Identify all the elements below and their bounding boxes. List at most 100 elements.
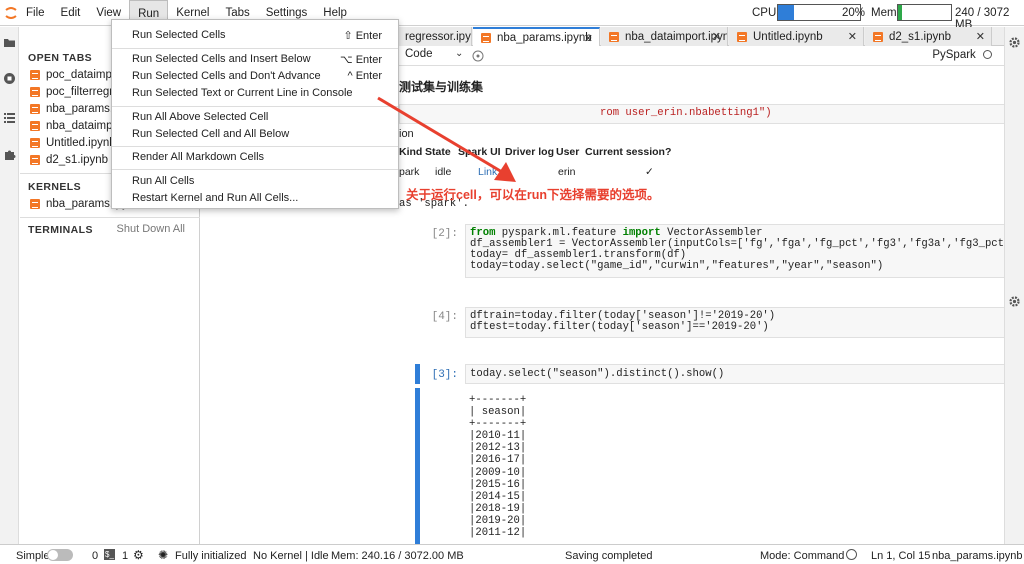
shutdown-all-button[interactable]: Shut Down All [117,223,185,235]
kernel-name[interactable]: PySpark [932,49,992,61]
output-selection-marker[interactable] [415,388,420,544]
notebook-icon [30,121,40,131]
menu-separator [112,48,398,49]
mem-meter-fill [898,5,903,20]
output-line: +-------+ [469,418,527,431]
code-line: dftest=today.filter(today['season']=='20… [470,321,769,333]
mem-meter [897,4,952,21]
notebook-icon [30,87,40,97]
code-line: today.select("season").distinct().show() [470,368,725,380]
run-all-below-item[interactable]: Run Selected Cell and All Below [132,128,289,140]
output-line: |2009-10| [469,466,527,479]
code-cell-input[interactable]: today.select("season").distinct().show() [465,364,1004,384]
jupyter-logo-icon [5,7,17,19]
tab-untitled[interactable]: Untitled.ipynb ✕ [729,27,864,46]
tab-d2-s1[interactable]: d2_s1.ipynb ✕ [865,27,992,46]
restart-run-all-item[interactable]: Restart Kernel and Run All Cells... [132,192,298,204]
output-line: |2011-12| [469,527,527,540]
kernel-count-icon: ⚙ [133,548,144,562]
menu-separator [112,106,398,107]
output-line: |2012-13| [469,442,527,455]
output-line: |2019-20| [469,514,527,527]
cpu-label: CPU: [752,7,780,19]
tab-label: d2_s1.ipynb [889,30,952,43]
cell-type-select[interactable]: Code [405,48,433,60]
tab-regressor[interactable]: regressor.ipy [397,27,472,46]
output-line: |2016-17| [469,454,527,467]
kernel-label: PySpark [932,49,976,61]
section-divider [20,217,200,218]
memory-status: Mem: 240.16 / 3072.00 MB [331,550,464,562]
output-line: | season| [469,406,527,419]
chevron-down-icon: ⌄ [455,48,464,59]
notebook-icon [873,31,883,42]
code-line: rom user_erin.nbabetting1") [600,107,772,119]
close-icon[interactable]: ✕ [976,30,985,43]
output-line: |2010-11| [469,430,527,443]
session-header-user: User [556,146,580,158]
current-session-check: ✓ [645,166,654,178]
notebook-icon [481,33,491,43]
run-in-console-item[interactable]: Run Selected Text or Current Line in Con… [132,87,353,99]
run-dont-advance-item[interactable]: Run Selected Cells and Don't Advance [132,70,321,82]
kernel-idle-icon [983,50,992,59]
terminals-count[interactable]: 0 [92,550,98,562]
trusted-icon[interactable] [846,549,857,560]
run-selected-cells-item[interactable]: Run Selected Cells [132,29,226,41]
notebook-icon [609,31,619,42]
output-line: +-------+ [469,394,527,406]
save-status: Saving completed [565,550,653,562]
run-all-cells-item[interactable]: Run All Cells [132,175,194,187]
cell-prompt: [3]: [431,369,458,381]
tab-label: Untitled.ipynb [753,30,823,43]
code-cell-input[interactable]: from pyspark.ml.feature import VectorAss… [465,224,1004,278]
open-tab-label: d2_s1.ipynb [46,154,109,166]
command-palette-icon[interactable] [3,111,16,124]
notebook-icon [30,104,40,114]
kernels-count[interactable]: 1 [122,550,128,562]
menu-separator [112,146,398,147]
menu-file[interactable]: File [18,0,53,26]
close-icon[interactable]: ✕ [848,30,857,43]
cpu-value: 20% [842,7,866,19]
close-icon[interactable]: ✕ [712,30,721,43]
activity-bar [0,27,19,544]
mode-status: Mode: Command [760,550,845,562]
code-line: today=today.select("game_id","curwin","f… [470,260,884,272]
menu-separator [112,169,398,170]
output-line: |2014-15| [469,490,527,503]
notebook-icon [30,138,40,148]
terminals-title: TERMINALS [28,224,93,236]
notebook-icon [30,70,40,80]
tab-nba-dataimport[interactable]: nba_dataimport.ipynb ✕ [601,27,728,46]
annotation-text: 关于运行cell，可以在run下选择需要的选项。 [406,188,660,202]
kernel-status[interactable]: No Kernel | Idle [253,550,329,562]
render-markdown-item[interactable]: Render All Markdown Cells [132,151,264,163]
simple-mode-toggle[interactable] [47,549,73,561]
tab-nba-params[interactable]: nba_params.ipynb ✕ [473,27,600,47]
code-cell-input[interactable]: dftrain=today.filter(today['season']!='2… [465,307,1004,338]
run-all-above-item[interactable]: Run All Above Selected Cell [132,111,268,123]
gear-icon[interactable] [1008,36,1021,49]
gear-icon[interactable] [1008,295,1021,308]
cell-output: +-------+ | season| +-------+ |2010-11| |201… [469,394,526,539]
cpu-meter-fill [778,5,795,20]
simple-mode-label: Simple [16,550,50,562]
cell-prompt: [4]: [431,311,458,323]
cell-prompt: [2]: [431,228,458,240]
mem-label: Mem: [871,7,900,19]
current-file: nba_params.ipynb [932,550,1023,562]
annotation-arrow [377,96,516,182]
folder-icon[interactable] [3,36,16,49]
close-icon[interactable]: ✕ [584,32,593,45]
output-line: |2018-19| [469,502,527,515]
extension-puzzle-icon[interactable] [3,148,16,161]
open-tab-label: Untitled.ipynb [46,137,116,149]
git-icon[interactable] [472,50,484,62]
menu-edit[interactable]: Edit [53,0,89,26]
open-tabs-title: OPEN TABS [28,52,93,64]
run-and-insert-below-item[interactable]: Run Selected Cells and Insert Below [132,53,311,65]
running-icon[interactable] [3,72,16,85]
terminal-icon: $_ [104,549,115,560]
cursor-position[interactable]: Ln 1, Col 15 [871,550,930,562]
